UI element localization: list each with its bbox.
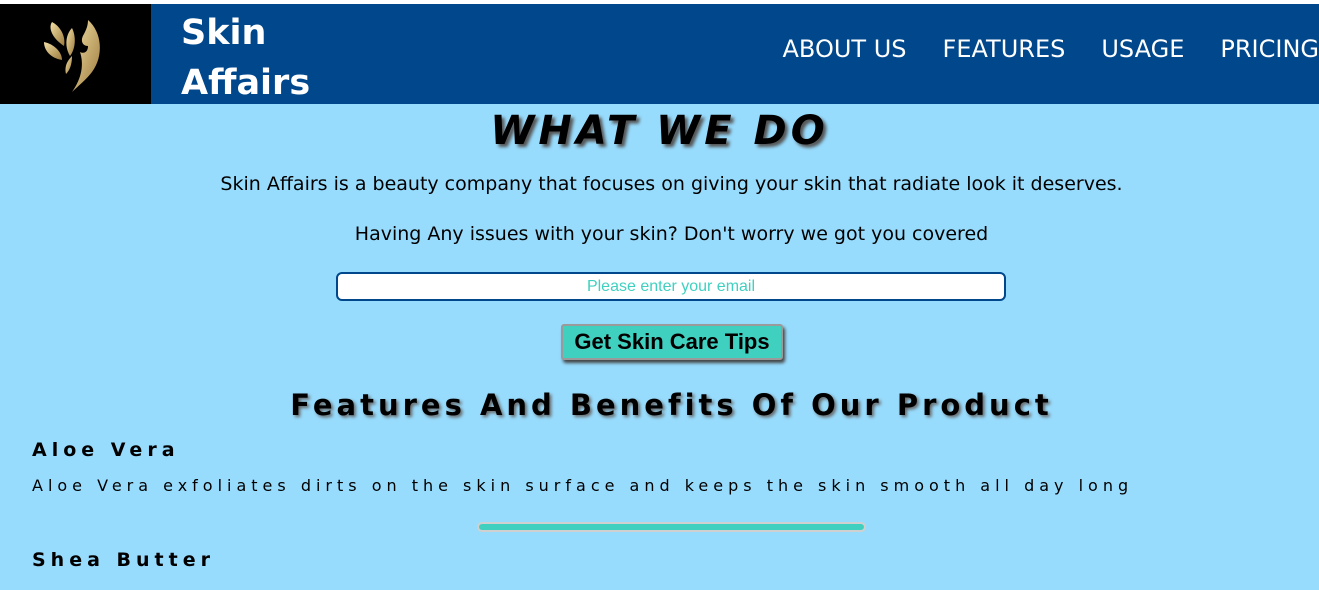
intro-paragraph: Skin Affairs is a beauty company that fo… (220, 173, 1123, 195)
brand-name[interactable]: Skin Affairs (181, 8, 381, 108)
tagline-paragraph: Having Any issues with your skin? Don't … (354, 223, 989, 245)
nav-features[interactable]: FEATURES (943, 32, 1066, 66)
page-title: WHAT WE DO (490, 108, 829, 154)
email-input[interactable] (336, 272, 1006, 301)
logo[interactable] (0, 4, 151, 104)
get-tips-button[interactable]: Get Skin Care Tips (561, 324, 783, 360)
nav-pricing[interactable]: PRICING (1220, 32, 1319, 66)
nav-about-us[interactable]: ABOUT US (783, 32, 907, 66)
site-header: Skin Affairs ABOUT US FEATURES USAGE PRI… (0, 4, 1319, 104)
section-divider (477, 522, 866, 532)
feature-name: Aloe Vera (32, 439, 180, 461)
nav-usage[interactable]: USAGE (1101, 32, 1184, 66)
feature-description: Aloe Vera exfoliates dirts on the skin s… (32, 476, 1134, 495)
features-heading: Features And Benefits Of Our Product (290, 388, 1053, 422)
feature-name: Shea Butter (32, 549, 215, 571)
leaf-face-icon (44, 20, 100, 92)
main-nav: ABOUT US FEATURES USAGE PRICING (747, 32, 1319, 66)
